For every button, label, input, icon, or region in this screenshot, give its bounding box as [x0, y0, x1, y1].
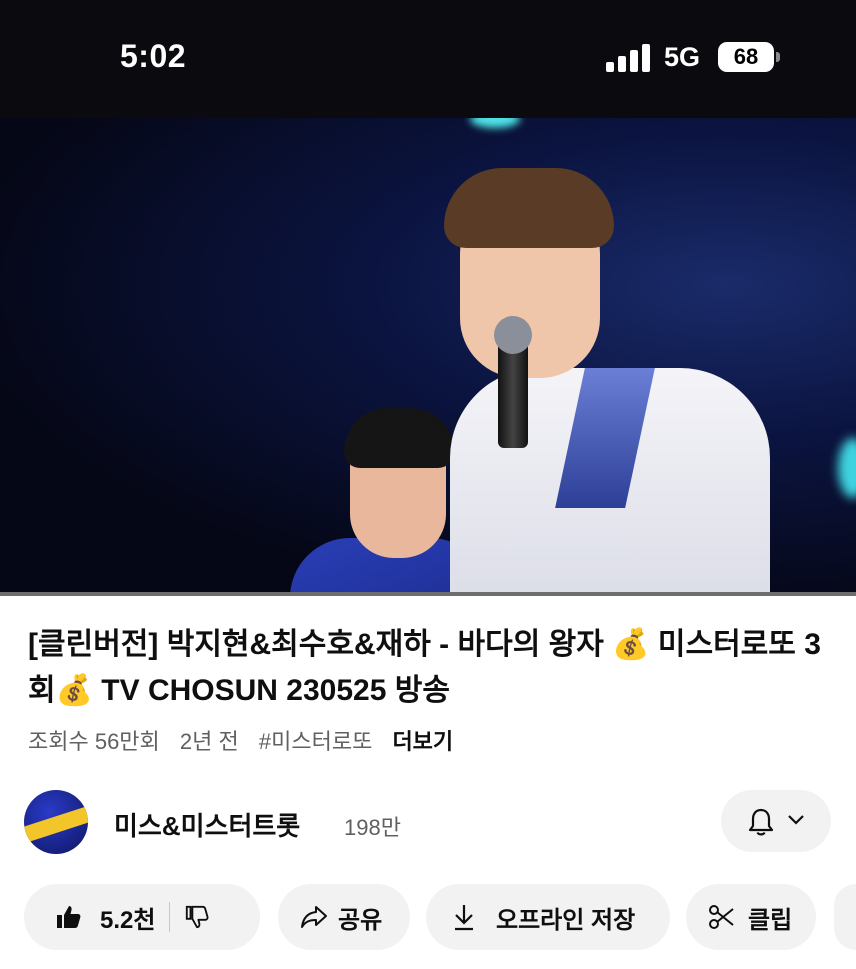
- battery-tip: [776, 52, 780, 62]
- clip-button[interactable]: 클립: [686, 884, 816, 950]
- channel-avatar[interactable]: [24, 790, 88, 854]
- pill-divider: [169, 902, 171, 932]
- status-time: 5:02: [120, 38, 187, 74]
- like-dislike-pill: 5.2천: [24, 884, 260, 950]
- download-label: 오프라인 저장: [496, 906, 636, 934]
- video-title[interactable]: [클린버전] 박지현&최수호&재하 - 바다의 왕자 💰 미스터로또 3회💰 T…: [28, 622, 838, 714]
- action-bar: 5.2천 공유 오프라인 저장 클립: [24, 884, 856, 950]
- subscriber-count: 198만: [344, 815, 401, 840]
- main-singer: [440, 168, 770, 596]
- clip-label: 클립: [748, 906, 793, 934]
- upload-age: 2년 전: [179, 729, 239, 754]
- thumbs-up-icon[interactable]: [54, 903, 82, 931]
- download-icon: [455, 905, 473, 931]
- video-meta[interactable]: 조회수 56만회 2년 전 #미스터로또 더보기: [28, 724, 467, 756]
- like-count[interactable]: 5.2천: [100, 900, 155, 935]
- video-player[interactable]: [0, 118, 856, 596]
- chevron-down-icon: [788, 815, 804, 825]
- status-bar: 5:02 5G 68: [0, 0, 856, 118]
- network-label: 5G: [664, 42, 701, 72]
- hashtag-link[interactable]: #미스터로또: [259, 729, 372, 754]
- notification-bell-button[interactable]: [721, 790, 831, 852]
- share-arrow-icon: [301, 906, 327, 928]
- thumbs-down-icon[interactable]: [184, 904, 210, 930]
- scissors-icon: [709, 905, 734, 929]
- share-label: 공유: [338, 906, 383, 934]
- share-button[interactable]: 공유: [278, 884, 410, 950]
- more-actions-button[interactable]: [834, 884, 856, 950]
- view-count: 조회수 56만회: [28, 729, 160, 754]
- stage-light: [470, 118, 520, 128]
- bell-icon: [748, 808, 774, 836]
- more-button[interactable]: 더보기: [392, 729, 453, 754]
- channel-name[interactable]: 미스&미스터트롯: [114, 806, 300, 843]
- stage-light: [838, 438, 856, 498]
- download-button[interactable]: 오프라인 저장: [426, 884, 670, 950]
- battery-icon: 68: [718, 42, 774, 72]
- signal-icon: [606, 44, 652, 72]
- channel-row: 미스&미스터트롯 198만: [24, 790, 832, 856]
